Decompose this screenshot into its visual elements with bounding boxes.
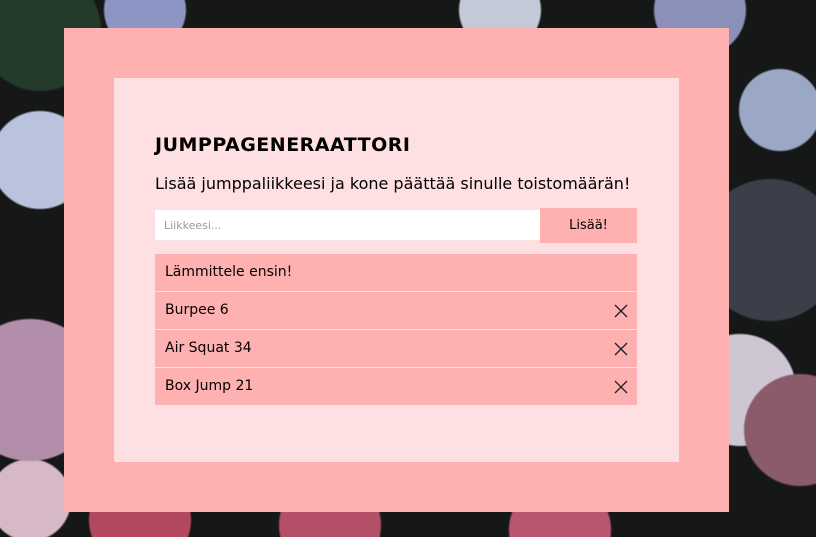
list-item-text: Lämmittele ensin!	[165, 264, 293, 280]
app-outer-panel: JUMPPAGENERAATTORI Lisää jumppaliikkeesi…	[64, 28, 729, 512]
list-item: Air Squat 34	[155, 330, 637, 367]
moves-list: Lämmittele ensin! Burpee 6 Air Squat 34 …	[155, 254, 637, 406]
add-button[interactable]: Lisää!	[540, 208, 637, 243]
list-item: Box Jump 21	[155, 368, 637, 405]
list-item-text: Box Jump 21	[165, 378, 254, 394]
list-item-text: Air Squat 34	[165, 340, 252, 356]
page-subtitle: Lisää jumppaliikkeesi ja kone päättää si…	[155, 174, 631, 193]
page-title: JUMPPAGENERAATTORI	[155, 134, 411, 156]
app-inner-panel: JUMPPAGENERAATTORI Lisää jumppaliikkeesi…	[114, 78, 679, 462]
close-icon[interactable]	[613, 341, 629, 357]
add-move-form: Lisää!	[155, 208, 637, 243]
close-icon[interactable]	[613, 379, 629, 395]
move-input[interactable]	[155, 210, 540, 240]
close-icon[interactable]	[613, 303, 629, 319]
list-item: Burpee 6	[155, 292, 637, 329]
list-item-text: Burpee 6	[165, 302, 229, 318]
list-item-warmup: Lämmittele ensin!	[155, 254, 637, 291]
